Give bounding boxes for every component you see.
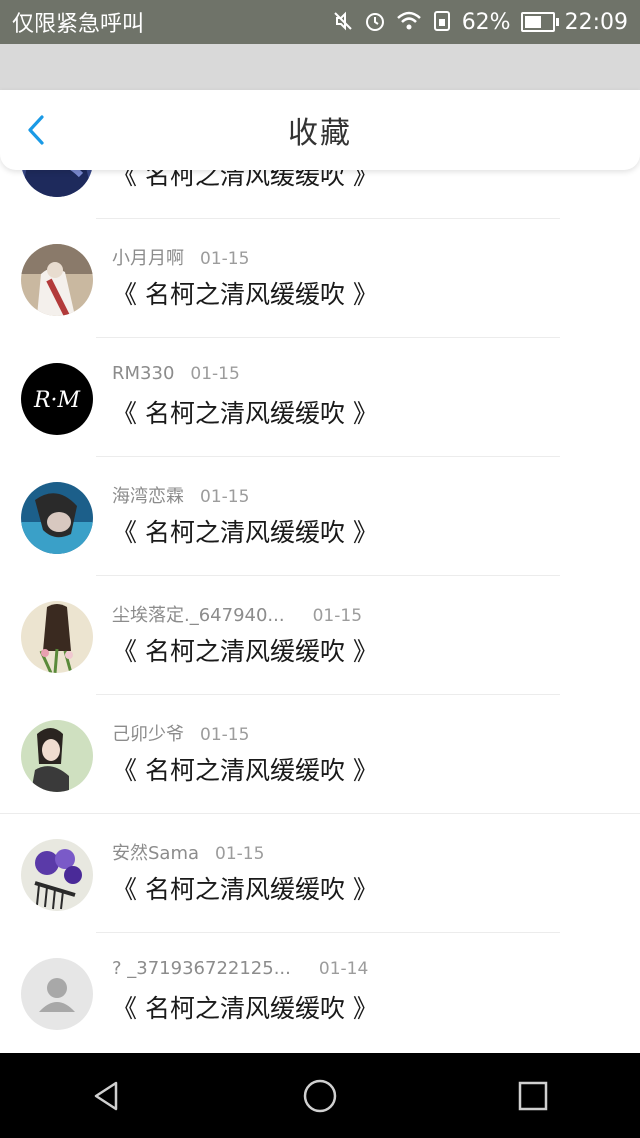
battery-icon bbox=[520, 12, 559, 32]
list-item[interactable]: 海湾恋霖 01-15 《 名柯之清风缓缓吹 》 bbox=[0, 457, 640, 576]
item-meta: RM330 01-15 bbox=[112, 363, 240, 384]
date: 01-15 bbox=[200, 487, 250, 507]
nav-back-button[interactable] bbox=[77, 1066, 137, 1126]
item-meta: 己卯少爷 01-15 bbox=[112, 720, 249, 746]
item-title: 《 名柯之清风缓缓吹 》 bbox=[112, 994, 378, 1023]
battery-percent: 62% bbox=[461, 9, 511, 35]
list-item[interactable]: 安然Sama 01-15 《 名柯之清风缓缓吹 》 bbox=[0, 814, 640, 933]
date: 01-15 bbox=[200, 249, 250, 269]
back-triangle-icon bbox=[94, 1081, 117, 1110]
list-item[interactable]: 小月月啊 01-15 《 名柯之清风缓缓吹 》 bbox=[0, 219, 640, 338]
item-meta: 安然Sama 01-15 bbox=[112, 839, 264, 865]
list-item[interactable]: 尘埃落定._647940... 01-15 《 名柯之清风缓缓吹 》 bbox=[0, 576, 640, 695]
alarm-icon bbox=[364, 10, 386, 35]
item-title: 《 名柯之清风缓缓吹 》 bbox=[112, 280, 378, 309]
item-title: 《 名柯之清风缓缓吹 》 bbox=[112, 756, 378, 785]
date: 01-14 bbox=[318, 959, 369, 979]
item-title: 《 名柯之清风缓缓吹 》 bbox=[112, 518, 378, 547]
sim-icon bbox=[432, 10, 452, 35]
header-backdrop bbox=[0, 44, 640, 92]
clock: 22:09 bbox=[564, 9, 628, 35]
status-icons: 62% 22:09 bbox=[332, 10, 640, 35]
avatar bbox=[21, 720, 93, 792]
item-title: 《 名柯之清风缓缓吹 》 bbox=[112, 637, 378, 666]
date: 01-15 bbox=[215, 844, 265, 864]
avatar: R·M bbox=[21, 363, 93, 435]
username: ? _371936722125... bbox=[112, 958, 291, 979]
nav-home-button[interactable] bbox=[290, 1066, 350, 1126]
username: 海湾恋霖 bbox=[112, 486, 184, 507]
nav-recents-button[interactable] bbox=[503, 1066, 563, 1126]
username: 己卯少爷 bbox=[112, 724, 184, 745]
item-meta: 小月月啊 01-15 bbox=[112, 244, 249, 270]
system-nav-bar bbox=[0, 1053, 640, 1138]
avatar bbox=[21, 958, 93, 1030]
list-item[interactable]: R·M RM330 01-15 《 名柯之清风缓缓吹 》 bbox=[0, 338, 640, 457]
username: RM330 bbox=[112, 363, 175, 384]
carrier-text: 仅限紧急呼叫 bbox=[12, 12, 145, 37]
back-button[interactable] bbox=[18, 112, 54, 148]
date: 01-15 bbox=[312, 606, 363, 626]
item-meta: 海湾恋霖 01-15 bbox=[112, 482, 249, 508]
username: 小月月啊 bbox=[112, 248, 184, 269]
date: 01-15 bbox=[200, 725, 250, 745]
item-meta: 尘埃落定._647940... 01-15 bbox=[112, 601, 362, 627]
recents-square-icon bbox=[519, 1081, 548, 1110]
username: 安然Sama bbox=[112, 843, 200, 864]
item-title: 《 名柯之清风缓缓吹 》 bbox=[112, 399, 378, 428]
date: 01-15 bbox=[190, 364, 240, 384]
battery-level bbox=[524, 16, 541, 28]
item-meta: ? _371936722125... 01-14 bbox=[112, 958, 368, 979]
chevron-left-icon bbox=[28, 115, 44, 145]
avatar bbox=[21, 482, 93, 554]
list-item[interactable]: ? _371936722125... 01-14 《 名柯之清风缓缓吹 》 bbox=[0, 933, 640, 1052]
app-header: 收藏 bbox=[0, 90, 640, 170]
avatar bbox=[21, 601, 93, 673]
username: 尘埃落定._647940... bbox=[112, 605, 285, 626]
favorites-list: 《 名柯之清风缓缓吹 》 小月月啊 01-15 《 名柯之清风缓缓吹 》 R·M… bbox=[0, 160, 640, 1053]
list-item[interactable]: 己卯少爷 01-15 《 名柯之清风缓缓吹 》 bbox=[0, 695, 640, 814]
avatar bbox=[21, 244, 93, 316]
page-title: 收藏 bbox=[288, 116, 352, 151]
home-circle-icon bbox=[303, 1079, 337, 1112]
mute-icon bbox=[332, 10, 354, 35]
avatar-text: R·M bbox=[33, 388, 81, 413]
wifi-icon bbox=[396, 10, 422, 35]
status-bar: 仅限紧急呼叫 62% 22:09 bbox=[0, 0, 640, 44]
avatar bbox=[21, 839, 93, 911]
item-title: 《 名柯之清风缓缓吹 》 bbox=[112, 875, 378, 904]
